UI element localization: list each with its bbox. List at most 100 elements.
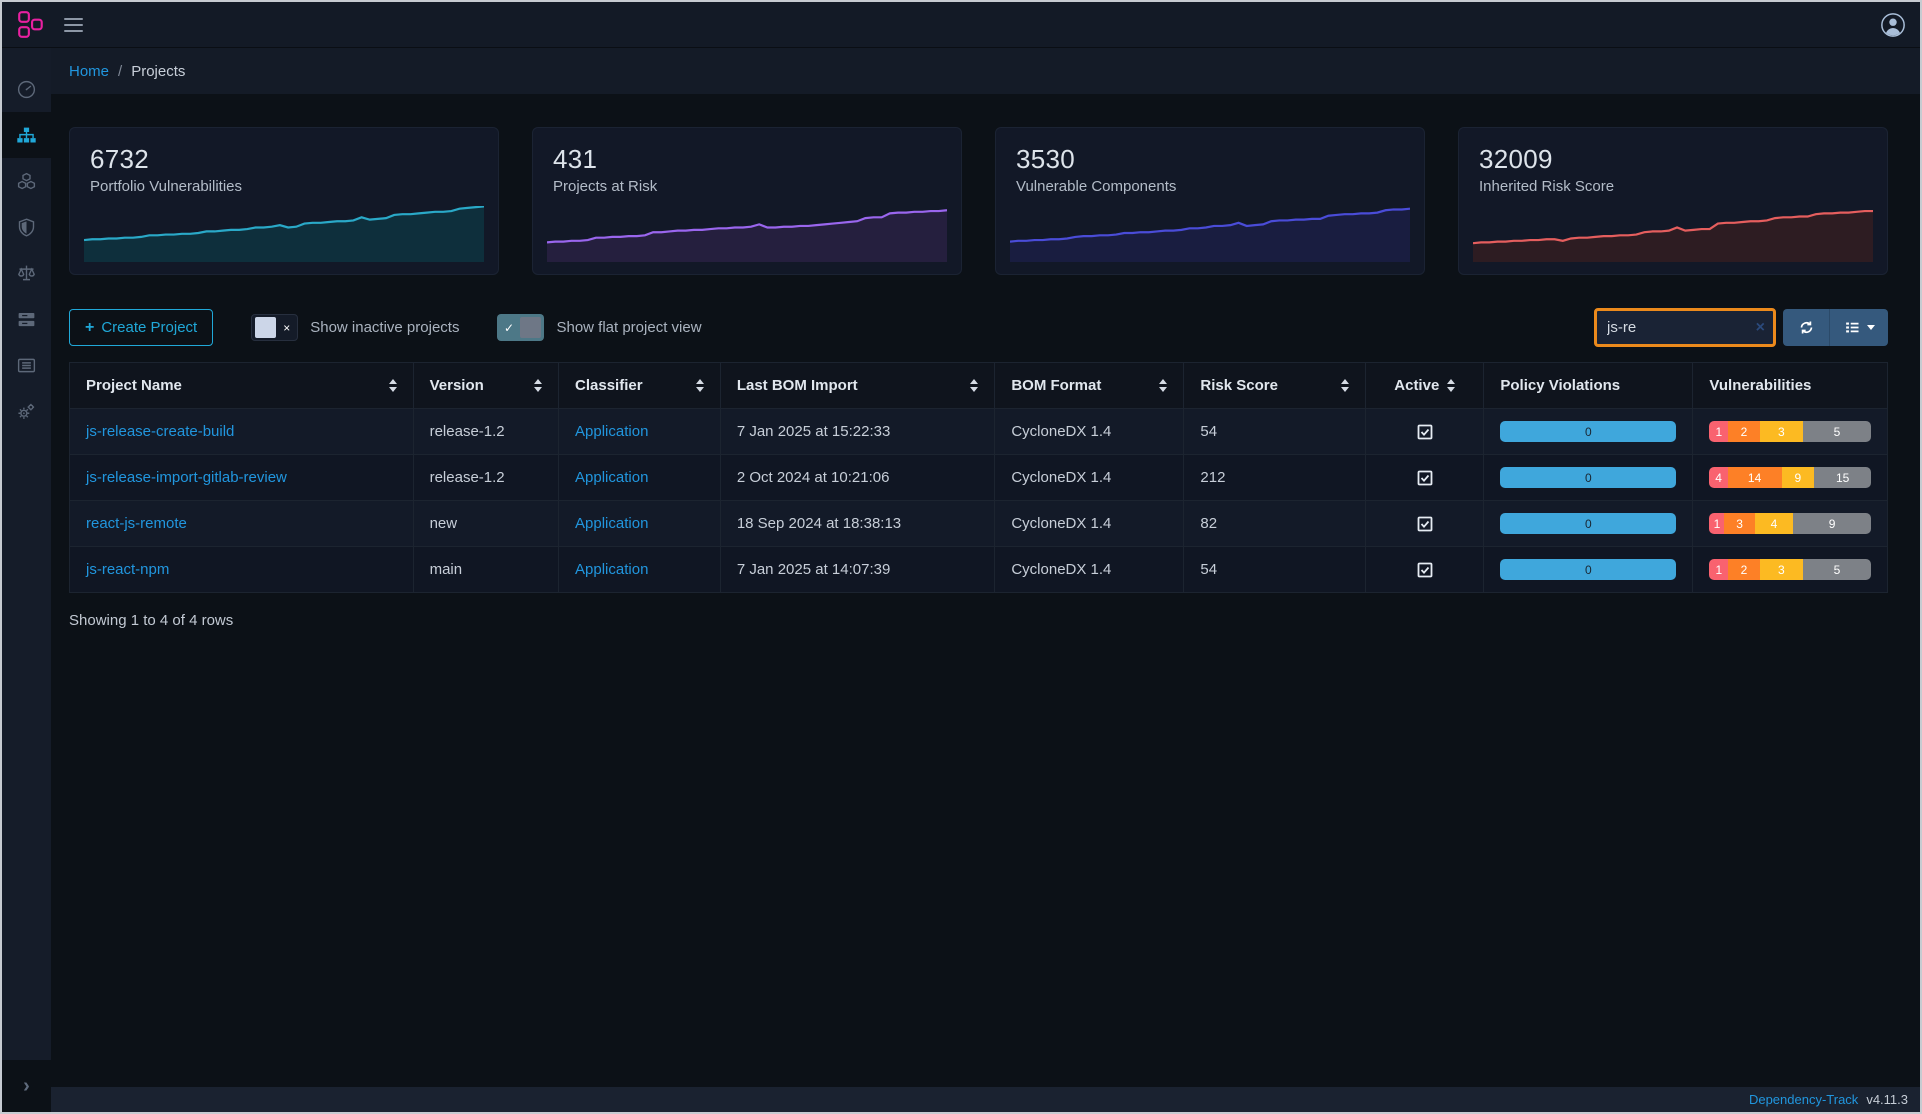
card-value: 6732 (90, 144, 149, 175)
checked-checkbox-icon[interactable] (1417, 424, 1433, 440)
classifier-link[interactable]: Application (575, 423, 648, 440)
cell-project-name: js-release-import-gitlab-review (70, 455, 414, 501)
sidebar-item-vulnerabilities[interactable] (2, 204, 51, 250)
vulnerabilities-bar: 1349 (1709, 513, 1871, 534)
card-label: Portfolio Vulnerabilities (90, 178, 242, 195)
show-inactive-projects-toggle[interactable]: × (251, 314, 298, 341)
menu-toggle-icon[interactable] (64, 18, 83, 32)
cell-policy-violations: 0 (1484, 409, 1693, 455)
vuln-badge-high: 14 (1728, 467, 1782, 488)
app-version: v4.11.3 (1866, 1092, 1908, 1107)
vuln-badge-unassigned: 15 (1814, 467, 1871, 488)
sort-icon[interactable] (534, 379, 542, 392)
vuln-badge-critical: 1 (1709, 513, 1724, 534)
refresh-button[interactable] (1783, 309, 1830, 346)
vuln-badge-medium: 3 (1760, 559, 1803, 580)
col-header-version[interactable]: Version (413, 363, 558, 409)
col-header-bom-format[interactable]: BOM Format (995, 363, 1184, 409)
app-window: › Home / Projects 6732 Portfolio Vulnera… (0, 0, 1922, 1114)
project-link[interactable]: js-release-import-gitlab-review (86, 469, 287, 486)
vuln-badge-medium: 3 (1760, 421, 1803, 442)
sidebar-item-administration[interactable] (2, 388, 51, 434)
cell-active (1366, 455, 1484, 501)
cell-bom-format: CycloneDX 1.4 (995, 547, 1184, 593)
projects-table: Project Name Version Classifier Last BOM… (69, 362, 1888, 593)
cell-active (1366, 501, 1484, 547)
vuln-badge-high: 2 (1728, 559, 1759, 580)
col-header-last-bom-import[interactable]: Last BOM Import (720, 363, 995, 409)
card-label: Projects at Risk (553, 178, 657, 195)
sidebar-item-policy-audit[interactable] (2, 342, 51, 388)
search-clear-icon[interactable]: × (1756, 319, 1765, 337)
checked-checkbox-icon[interactable] (1417, 516, 1433, 532)
user-avatar[interactable] (1880, 12, 1906, 38)
table-header-row: Project Name Version Classifier Last BOM… (70, 363, 1888, 409)
col-header-classifier[interactable]: Classifier (559, 363, 721, 409)
vuln-badge-high: 2 (1728, 421, 1759, 442)
cell-version: release-1.2 (413, 455, 558, 501)
checked-checkbox-icon[interactable] (1417, 562, 1433, 578)
sidebar-item-projects[interactable] (2, 112, 51, 158)
vulnerabilities-bar: 1235 (1709, 421, 1871, 442)
plus-icon: + (85, 319, 94, 337)
dependency-track-logo-icon (16, 10, 46, 40)
project-search-input[interactable] (1597, 319, 1773, 336)
cell-version: main (413, 547, 558, 593)
cell-bom-format: CycloneDX 1.4 (995, 409, 1184, 455)
sidebar-minimize-chevron-icon[interactable]: › (2, 1060, 51, 1112)
card-label: Inherited Risk Score (1479, 178, 1614, 195)
sort-icon[interactable] (1447, 379, 1455, 392)
card-portfolio-vulnerabilities: 6732 Portfolio Vulnerabilities (69, 127, 499, 275)
project-link[interactable]: js-react-npm (86, 561, 169, 578)
toggle-knob (520, 317, 541, 338)
cell-classifier: Application (559, 547, 721, 593)
vuln-badge-unassigned: 9 (1793, 513, 1871, 534)
sidebar-item-vulnerability-audit[interactable] (2, 296, 51, 342)
cell-last-bom-import: 18 Sep 2024 at 18:38:13 (720, 501, 995, 547)
vuln-badge-critical: 1 (1709, 421, 1728, 442)
col-header-risk-score[interactable]: Risk Score (1184, 363, 1366, 409)
classifier-link[interactable]: Application (575, 515, 648, 532)
scales-icon (16, 263, 37, 284)
cell-last-bom-import: 7 Jan 2025 at 15:22:33 (720, 409, 995, 455)
sort-icon[interactable] (1159, 379, 1167, 392)
cubes-icon (16, 171, 37, 192)
cell-vulnerabilities: 414915 (1693, 455, 1888, 501)
project-link[interactable]: react-js-remote (86, 515, 187, 532)
cell-risk-score: 54 (1184, 547, 1366, 593)
classifier-link[interactable]: Application (575, 561, 648, 578)
card-value: 431 (553, 144, 597, 175)
list-card-icon (16, 355, 37, 376)
checked-checkbox-icon[interactable] (1417, 470, 1433, 486)
col-header-active[interactable]: Active (1366, 363, 1484, 409)
vuln-badge-unassigned: 5 (1803, 559, 1871, 580)
cell-active (1366, 547, 1484, 593)
dependency-track-footer-link[interactable]: Dependency-Track (1749, 1092, 1858, 1107)
table-row: js-release-create-buildrelease-1.2Applic… (70, 409, 1888, 455)
sitemap-icon (16, 125, 37, 146)
columns-dropdown-button[interactable] (1830, 309, 1888, 346)
project-link[interactable]: js-release-create-build (86, 423, 234, 440)
sparkline-chart (84, 206, 484, 262)
breadcrumb: Home / Projects (51, 48, 1920, 94)
policy-violations-bar: 0 (1500, 513, 1676, 534)
cell-policy-violations: 0 (1484, 455, 1693, 501)
create-project-button[interactable]: + Create Project (69, 309, 213, 346)
breadcrumb-home-link[interactable]: Home (69, 63, 109, 80)
sort-icon[interactable] (389, 379, 397, 392)
card-inherited-risk-score: 32009 Inherited Risk Score (1458, 127, 1888, 275)
col-header-project-name[interactable]: Project Name (70, 363, 414, 409)
cell-project-name: react-js-remote (70, 501, 414, 547)
classifier-link[interactable]: Application (575, 469, 648, 486)
sidebar-item-components[interactable] (2, 158, 51, 204)
sort-icon[interactable] (696, 379, 704, 392)
project-search-box: × (1594, 308, 1776, 347)
vuln-badge-unassigned: 5 (1803, 421, 1871, 442)
sort-icon[interactable] (970, 379, 978, 392)
footer: Dependency-Track v4.11.3 (51, 1087, 1920, 1112)
show-flat-project-view-toggle[interactable]: ✓ (497, 314, 544, 341)
sidebar-item-licenses[interactable] (2, 250, 51, 296)
sidebar-item-dashboard[interactable] (2, 66, 51, 112)
sort-icon[interactable] (1341, 379, 1349, 392)
cell-vulnerabilities: 1349 (1693, 501, 1888, 547)
